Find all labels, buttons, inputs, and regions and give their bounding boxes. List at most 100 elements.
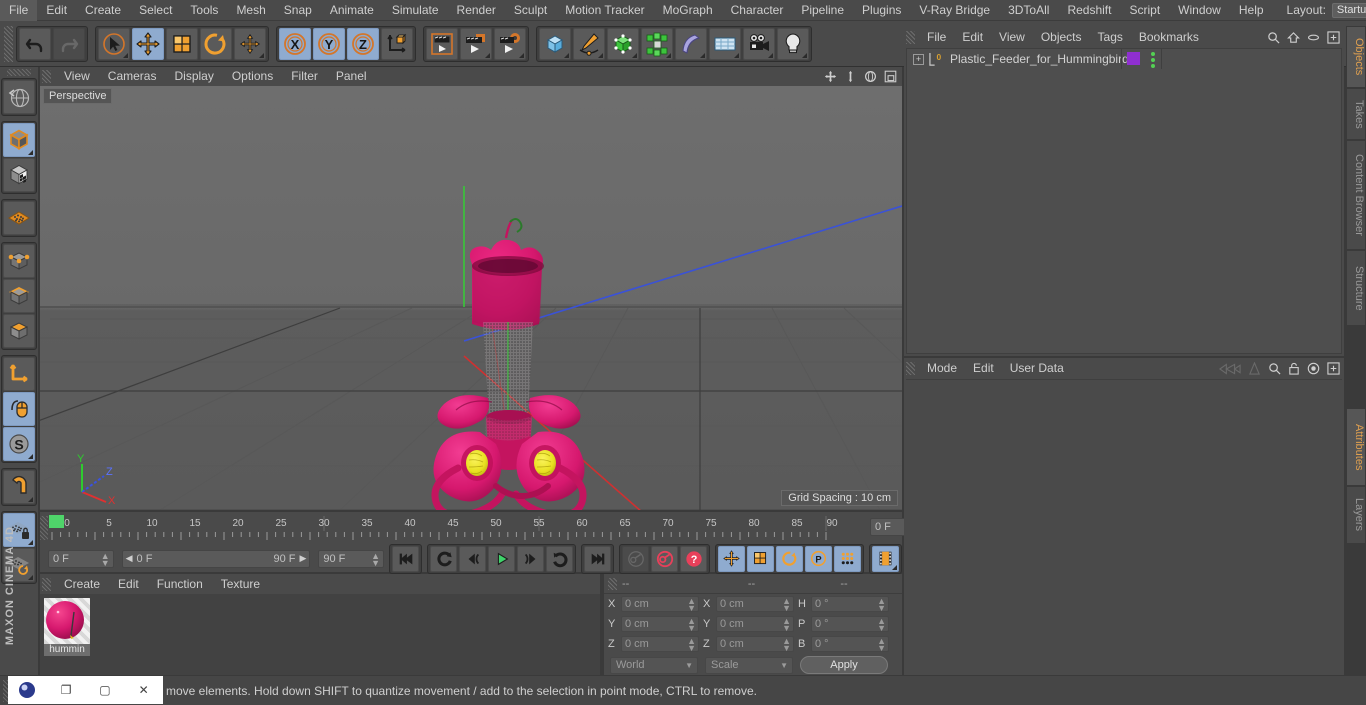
coord-input-pos-y[interactable]: 0 cm ▲ ▼ (621, 616, 699, 633)
undo-button[interactable] (19, 27, 51, 60)
spinner-icon[interactable]: ▲▼ (101, 551, 110, 567)
menu-item-simulate[interactable]: Simulate (383, 0, 448, 21)
spinner-icon[interactable]: ▲▼ (687, 597, 696, 613)
timeline-grip[interactable] (40, 516, 48, 540)
generator-button[interactable] (607, 27, 639, 60)
material-item[interactable]: hummin (44, 598, 90, 658)
light-button[interactable] (777, 27, 809, 60)
render-settings-button[interactable] (494, 27, 526, 60)
keyframe-selection-button[interactable]: ? (680, 545, 708, 572)
object-menu-grip[interactable] (906, 30, 915, 44)
viewport-menu-cameras[interactable]: Cameras (99, 67, 166, 86)
points-mode-button[interactable] (3, 244, 35, 278)
bend-deformer-button[interactable] (675, 27, 707, 60)
model-mode-button[interactable] (3, 123, 35, 157)
ellipse-icon[interactable] (1307, 33, 1320, 42)
toolbar-grip[interactable] (4, 25, 13, 62)
autokeying-button[interactable] (651, 545, 679, 572)
pan-view-icon[interactable] (824, 70, 837, 83)
layout-dropdown[interactable]: Startup ▼ (1331, 2, 1366, 18)
world-coordinate-button[interactable] (381, 27, 413, 60)
menu-item-select[interactable]: Select (130, 0, 181, 21)
point-level-anim-button[interactable] (834, 545, 862, 572)
menu-item-plugins[interactable]: Plugins (853, 0, 910, 21)
material-list[interactable]: hummin (40, 594, 600, 675)
menu-item-tools[interactable]: Tools (181, 0, 227, 21)
spinner-icon[interactable]: ▲▼ (782, 617, 791, 633)
menu-item-script[interactable]: Script (1120, 0, 1169, 21)
material-menu-edit[interactable]: Edit (109, 574, 148, 594)
coordinates-grip[interactable] (608, 577, 617, 590)
move-axis-button[interactable] (234, 27, 266, 60)
render-region-button[interactable] (460, 27, 492, 60)
coord-input-size-z[interactable]: 0 cm ▲ ▼ (716, 636, 794, 653)
tab-attributes[interactable]: Attributes (1346, 408, 1366, 486)
tab-layers[interactable]: Layers (1346, 486, 1366, 544)
maximize-button[interactable]: ▢ (86, 676, 125, 704)
menu-item-render[interactable]: Render (448, 0, 505, 21)
menu-item-snap[interactable]: Snap (275, 0, 321, 21)
record-key-button[interactable] (622, 545, 650, 572)
material-menu-create[interactable]: Create (55, 574, 109, 594)
menu-item-edit[interactable]: Edit (37, 0, 76, 21)
viewport-menu-grip[interactable] (42, 70, 51, 83)
material-menu-function[interactable]: Function (148, 574, 212, 594)
spinner-icon[interactable]: ▲▼ (687, 617, 696, 633)
object-menu-bookmarks[interactable]: Bookmarks (1131, 26, 1207, 48)
viewport-menu-view[interactable]: View (55, 67, 99, 86)
apply-button[interactable]: Apply (800, 656, 888, 674)
frame-range-slider[interactable]: ◀ 0 F 90 F ▶ (121, 549, 311, 568)
search-icon[interactable] (1267, 31, 1280, 44)
coord-input-pos-x[interactable]: 0 cm ▲ ▼ (621, 596, 699, 613)
tab-structure[interactable]: Structure (1346, 250, 1366, 326)
expand-toggle-icon[interactable]: + (913, 53, 924, 65)
object-tag-dots[interactable] (1151, 52, 1155, 68)
step-back-button[interactable] (459, 545, 487, 572)
maximize-view-icon[interactable] (884, 70, 897, 83)
menu-item-create[interactable]: Create (76, 0, 130, 21)
menu-item-3dtoall[interactable]: 3DToAll (999, 0, 1058, 21)
workplane-button[interactable] (3, 201, 35, 235)
snap-button[interactable]: S (3, 427, 35, 461)
live-selection-button[interactable] (98, 27, 130, 60)
coord-input-size-x[interactable]: 0 cm ▲ ▼ (716, 596, 794, 613)
object-menu-edit[interactable]: Edit (954, 26, 991, 48)
redo-button[interactable] (53, 27, 85, 60)
menu-item-sculpt[interactable]: Sculpt (505, 0, 556, 21)
menu-item-mesh[interactable]: Mesh (227, 0, 274, 21)
step-forward-button[interactable] (517, 545, 545, 572)
search-icon[interactable] (1268, 362, 1281, 375)
coord-input-rot-b[interactable]: 0 ° ▲ ▼ (811, 636, 889, 653)
material-menu-texture[interactable]: Texture (212, 574, 269, 594)
close-button[interactable]: ✕ (124, 676, 163, 704)
end-frame-field[interactable]: 90 F ▲ ▼ (318, 549, 385, 568)
coord-input-rot-h[interactable]: 0 ° ▲ ▼ (811, 596, 889, 613)
spinner-icon[interactable]: ▲▼ (877, 637, 886, 653)
object-material-swatch[interactable] (1127, 52, 1140, 65)
coordinate-system-dropdown[interactable]: World ▼ (610, 656, 698, 674)
attribute-menu-mode[interactable]: Mode (919, 358, 965, 379)
menu-item-pipeline[interactable]: Pipeline (792, 0, 853, 21)
camera-button[interactable] (743, 27, 775, 60)
animation-layer-button[interactable] (872, 545, 900, 572)
perspective-viewport[interactable]: Perspective Y X Z Grid Spacing: 10 cm (40, 86, 902, 510)
menu-item-help[interactable]: Help (1230, 0, 1273, 21)
home-icon[interactable] (1287, 31, 1300, 44)
current-frame-field[interactable]: 0 F ▲ ▼ (48, 549, 114, 568)
table-row[interactable]: + 0 Plastic_Feeder_for_Hummingbird (907, 49, 1341, 69)
object-menu-view[interactable]: View (991, 26, 1033, 48)
menu-item-window[interactable]: Window (1169, 0, 1230, 21)
floor-scene-button[interactable] (709, 27, 741, 60)
rotate-tool-button[interactable] (200, 27, 232, 60)
attribute-menu-grip[interactable] (906, 362, 915, 375)
goto-end-button[interactable] (584, 545, 612, 572)
position-key-button[interactable] (718, 545, 746, 572)
range-left-arrow-icon[interactable]: ◀ (126, 553, 133, 564)
left-toolbar-grip[interactable] (7, 69, 31, 76)
coord-input-pos-z[interactable]: 0 cm ▲ ▼ (621, 636, 699, 653)
param-key-button[interactable]: P (805, 545, 833, 572)
enable-axis-button[interactable] (3, 392, 35, 426)
axis-y-button[interactable]: Y (313, 27, 345, 60)
forward-nav-icon[interactable] (1248, 362, 1261, 375)
goto-start-button[interactable] (392, 545, 420, 572)
